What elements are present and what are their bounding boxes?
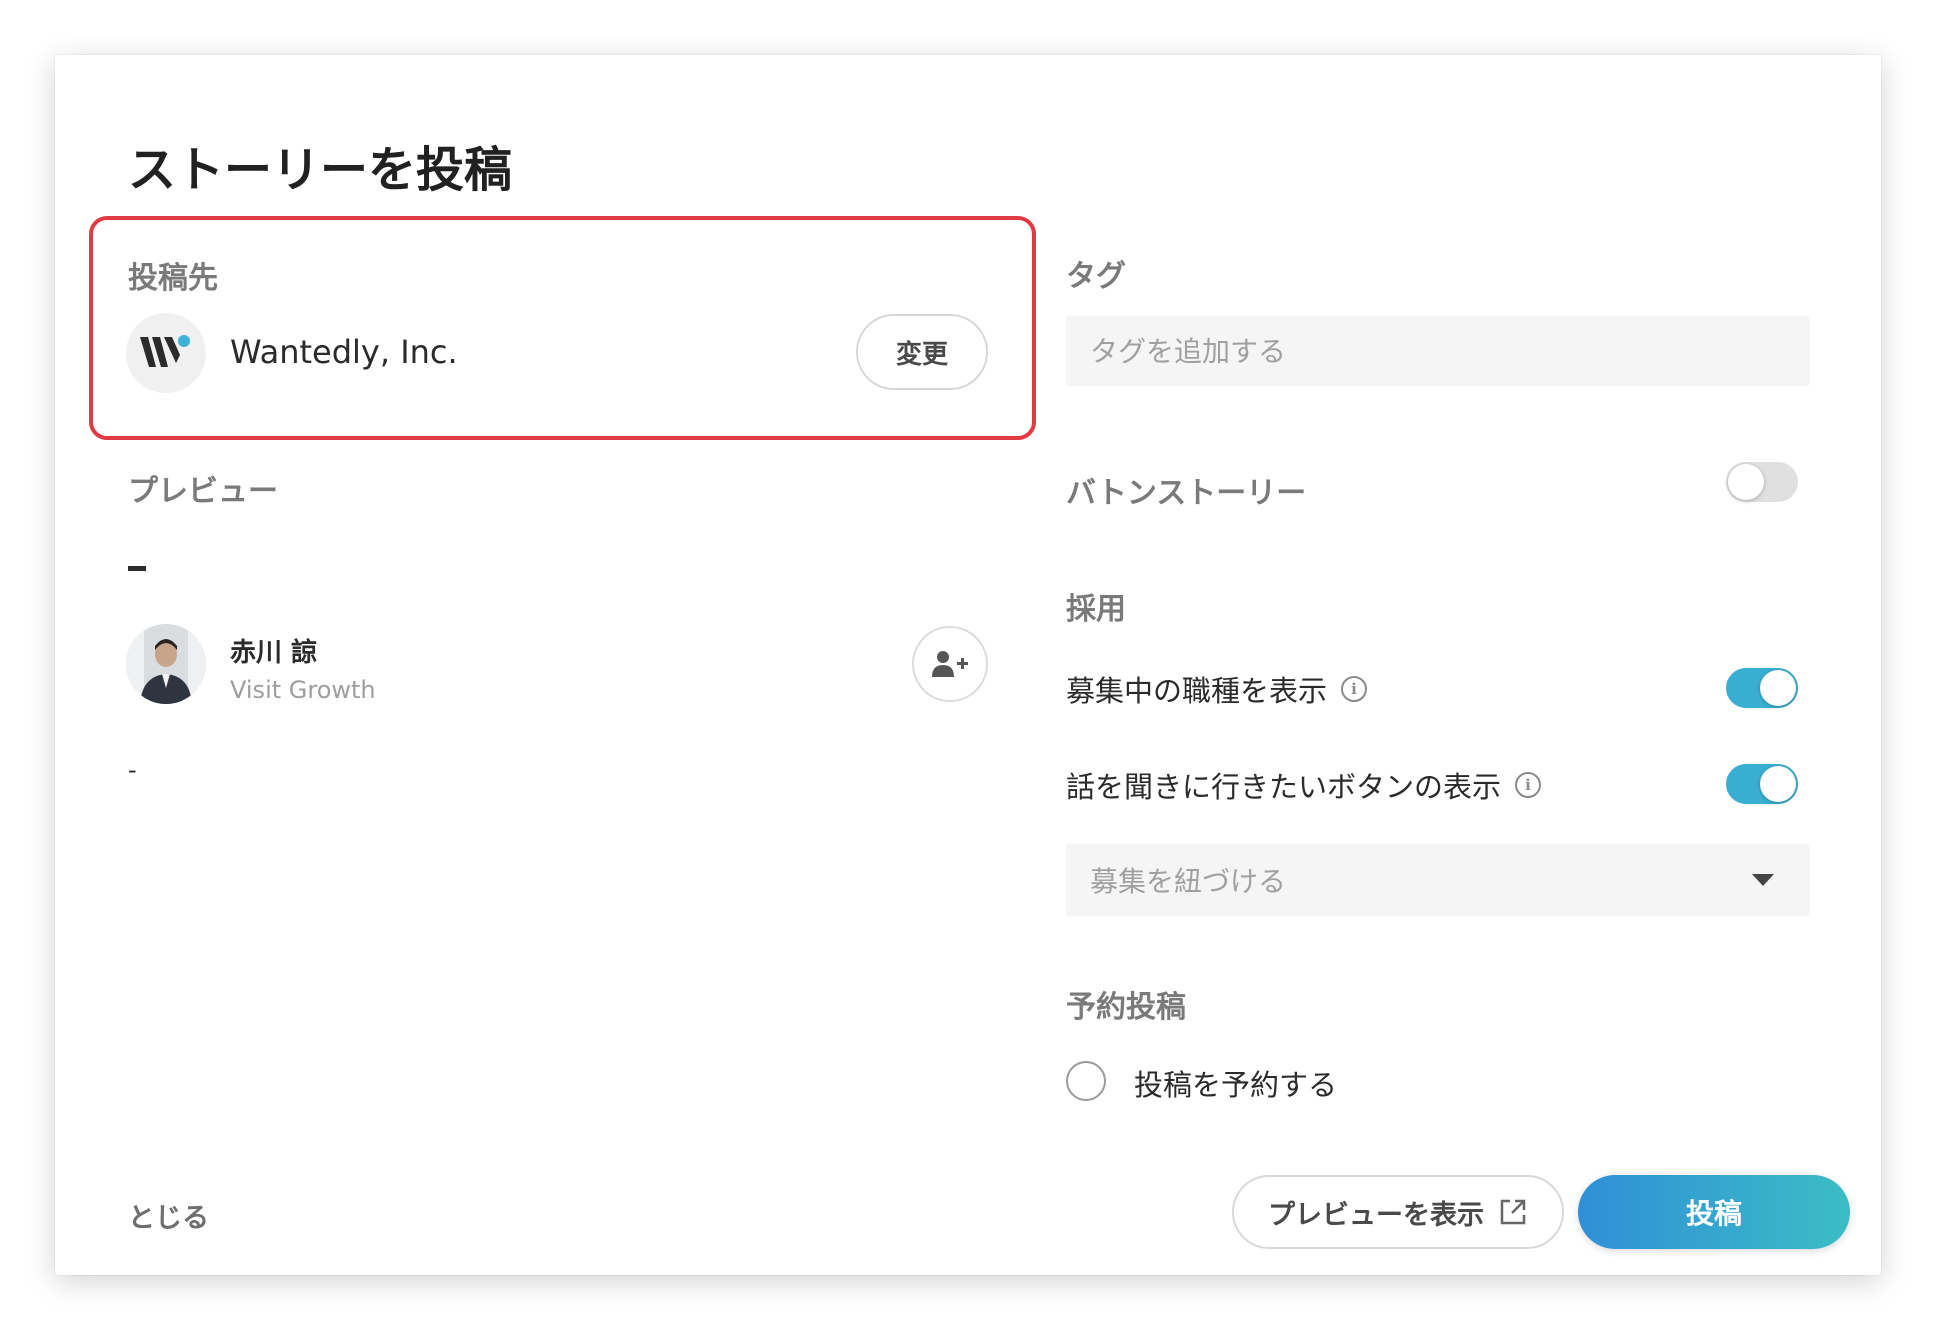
preview-story-title xyxy=(128,566,146,571)
dialog-title: ストーリーを投稿 xyxy=(128,142,513,198)
author-photo xyxy=(126,624,206,704)
show-want-to-talk-row: 話を聞きに行きたいボタンの表示 i xyxy=(1066,764,1542,806)
preview-button-label: プレビューを表示 xyxy=(1268,1199,1484,1231)
author-avatar xyxy=(126,624,206,704)
info-icon[interactable]: i xyxy=(1341,676,1368,702)
preview-button[interactable]: プレビューを表示 xyxy=(1232,1175,1564,1249)
show-open-positions-label: 募集中の職種を表示 xyxy=(1066,674,1328,708)
baton-story-label: バトンストーリー xyxy=(1066,476,1307,511)
author-company: Visit Growth xyxy=(230,676,376,704)
show-want-to-talk-label: 話を聞きに行きたいボタンの表示 xyxy=(1066,770,1502,804)
preview-label: プレビュー xyxy=(128,474,278,509)
schedule-radio[interactable] xyxy=(1066,1061,1106,1101)
toggle-knob xyxy=(1760,766,1796,802)
change-destination-button[interactable]: 変更 xyxy=(856,314,988,390)
add-user-button[interactable] xyxy=(912,626,988,702)
company-name: Wantedly, Inc. xyxy=(230,333,458,371)
author-name: 赤川 諒 xyxy=(230,638,318,668)
close-button[interactable]: とじる xyxy=(128,1196,209,1235)
baton-story-toggle[interactable] xyxy=(1726,462,1798,502)
destination-label: 投稿先 xyxy=(128,261,218,296)
show-open-positions-toggle[interactable] xyxy=(1726,668,1798,708)
recruiting-label: 採用 xyxy=(1066,592,1126,627)
preview-body: - xyxy=(128,756,137,784)
link-project-select[interactable]: 募集を紐づける xyxy=(1066,844,1810,916)
toggle-knob xyxy=(1760,670,1796,706)
link-project-placeholder: 募集を紐づける xyxy=(1090,865,1287,898)
show-want-to-talk-toggle[interactable] xyxy=(1726,764,1798,804)
company-logo xyxy=(126,313,206,393)
add-user-icon xyxy=(932,651,968,677)
show-open-positions-row: 募集中の職種を表示 i xyxy=(1066,668,1368,710)
post-button[interactable]: 投稿 xyxy=(1578,1175,1850,1249)
tag-input[interactable] xyxy=(1090,334,1810,368)
tag-field[interactable] xyxy=(1066,316,1810,386)
schedule-label: 予約投稿 xyxy=(1066,990,1186,1025)
schedule-option-label[interactable]: 投稿を予約する xyxy=(1134,1062,1337,1104)
wantedly-logo-icon xyxy=(140,335,190,367)
schedule-option-text: 投稿を予約する xyxy=(1134,1068,1338,1102)
tags-label: タグ xyxy=(1066,259,1126,294)
toggle-knob xyxy=(1728,464,1764,500)
info-icon[interactable]: i xyxy=(1515,772,1542,798)
caret-down-icon xyxy=(1752,874,1774,886)
external-link-icon xyxy=(1500,1199,1526,1225)
